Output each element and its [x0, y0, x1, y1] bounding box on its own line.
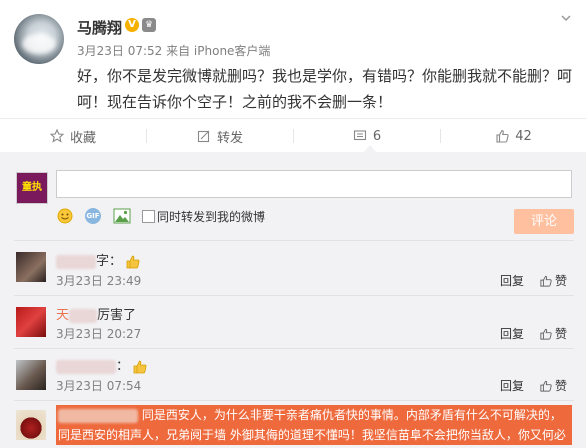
post-actions-bar: 收藏 转发 6 42 — [0, 118, 586, 154]
thumb-emoji-icon — [133, 360, 147, 373]
comment-text: ： — [56, 355, 147, 374]
comment-section: 童执 GIF 同时转发到我的微博 评论 字： 3月23日 23:49 回复 赞 … — [0, 152, 586, 448]
reply-button[interactable]: 回复 — [500, 377, 524, 394]
comment-text: 天厉害了 — [56, 308, 137, 323]
commenter-name-blur — [69, 308, 98, 323]
commenter-name[interactable]: 天 — [56, 308, 69, 323]
comment-input[interactable] — [56, 170, 572, 198]
comment-like-button[interactable]: 赞 — [540, 325, 567, 342]
repost-icon — [197, 130, 210, 143]
post-text: 好，你不是发完微博就删吗？我也是学你，有错吗？你能删我就不能删？呵呵！现在告诉你… — [77, 67, 573, 111]
comment-time: 3月23日 23:49 — [56, 274, 142, 288]
comment-text: 字： — [56, 250, 140, 269]
repost-label: 转发 — [216, 130, 243, 146]
repost-button[interactable]: 转发 — [147, 119, 293, 153]
thumb-up-icon — [540, 380, 552, 392]
submit-comment-button[interactable]: 评论 — [514, 209, 574, 234]
favorite-button[interactable]: 收藏 — [0, 119, 146, 153]
verified-badge-icon: V — [125, 18, 139, 32]
comment-like-button[interactable]: 赞 — [540, 272, 567, 289]
reply-button[interactable]: 回复 — [500, 272, 524, 289]
post-meta: 3月23日 07:52 来自 iPhone客户端 — [77, 44, 271, 58]
commenter-avatar[interactable] — [16, 307, 46, 337]
commenter-avatar[interactable] — [16, 360, 46, 390]
also-repost-label: 同时转发到我的微博 — [157, 210, 266, 224]
chevron-down-icon[interactable] — [560, 12, 572, 24]
star-icon — [49, 129, 64, 143]
commenter-avatar[interactable] — [16, 410, 46, 440]
favorite-label: 收藏 — [69, 130, 96, 146]
divider — [14, 348, 574, 349]
commenter-name[interactable] — [56, 359, 116, 374]
thumb-up-icon — [540, 275, 552, 287]
comment-icon — [353, 130, 366, 141]
thumb-up-icon — [540, 328, 552, 340]
author-name[interactable]: 马腾翔 — [77, 17, 122, 38]
reply-button[interactable]: 回复 — [500, 325, 524, 342]
also-repost-checkbox[interactable] — [142, 210, 155, 223]
like-button[interactable]: 42 — [441, 119, 586, 153]
divider — [14, 295, 574, 296]
highlighted-comment: 同是西安人，为什么非要干亲者痛仇者快的事情。内部矛盾有什么不可解决的， 同是西安… — [56, 405, 572, 445]
image-icon[interactable] — [113, 208, 131, 224]
commenter-avatar[interactable] — [16, 252, 46, 282]
comment-text-line: 同是西安的相声人，兄弟阋于墙 外御其侮的道理不懂吗！我坚信苗阜不会把你当敌人，你… — [56, 425, 572, 445]
thumb-emoji-icon — [126, 255, 140, 268]
commenter-name[interactable] — [58, 408, 138, 423]
like-count: 42 — [515, 128, 532, 144]
member-crown-icon: ♛ — [142, 18, 156, 32]
thumb-up-icon — [496, 129, 509, 143]
comment-text-line: 同是西安人，为什么非要干亲者痛仇者快的事情。内部矛盾有什么不可解决的， — [56, 405, 572, 425]
gif-icon[interactable]: GIF — [85, 208, 101, 224]
comment-time: 3月23日 20:27 — [56, 327, 142, 341]
weibo-post: 马腾翔 V ♛ 3月23日 07:52 来自 iPhone客户端 好，你不是发完… — [0, 0, 586, 118]
commenter-name[interactable] — [56, 254, 96, 269]
comment-like-button[interactable]: 赞 — [540, 377, 567, 394]
author-avatar[interactable] — [14, 14, 64, 64]
comment-time: 3月23日 07:54 — [56, 379, 142, 393]
divider — [14, 400, 574, 401]
divider — [14, 240, 574, 241]
comment-count: 6 — [372, 128, 382, 144]
emoji-icon[interactable] — [57, 208, 73, 224]
my-avatar[interactable]: 童执 — [16, 172, 48, 204]
